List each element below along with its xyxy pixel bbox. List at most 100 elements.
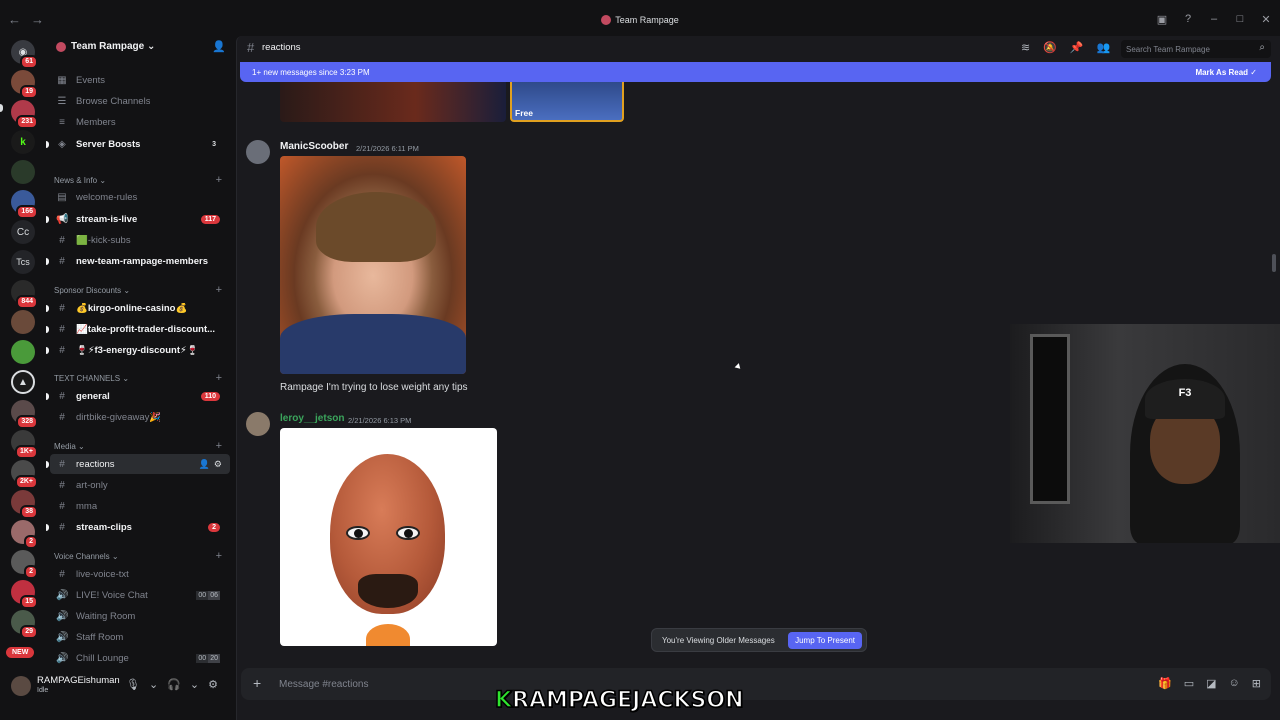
sidebar-item-browse-channels[interactable]: ☰ Browse Channels — [50, 91, 230, 111]
chevron-down-icon[interactable]: ⌄ — [190, 678, 199, 691]
channel-general[interactable]: # general 110 — [46, 386, 230, 406]
add-attachment-icon[interactable]: + — [253, 675, 261, 691]
avatar[interactable] — [11, 676, 31, 696]
server-icon[interactable]: 2 — [11, 520, 38, 549]
maximize-button[interactable]: □ — [1234, 13, 1246, 26]
help-icon[interactable]: ? — [1182, 13, 1194, 26]
server-icon[interactable]: 2K+ — [11, 460, 38, 489]
new-messages-bar[interactable]: 1+ new messages since 3:23 PM Mark As Re… — [240, 62, 1271, 82]
server-icon[interactable]: 38 — [11, 490, 38, 519]
channel-kirgo-online-casino[interactable]: # 💰kirgo-online-casino💰 — [46, 298, 230, 318]
gif-icon[interactable]: ▭ — [1184, 677, 1194, 690]
channel-kick-subs[interactable]: # 🟩-kick-subs — [50, 230, 230, 250]
gear-icon[interactable]: ⚙ — [214, 459, 222, 470]
server-icon[interactable]: 231 — [11, 100, 38, 129]
sticker-icon[interactable]: ◪ — [1206, 677, 1216, 690]
channel-reactions[interactable]: # reactions 👤 ⚙ — [46, 454, 230, 474]
server-icon[interactable]: 1K+ — [11, 430, 38, 459]
add-channel-icon[interactable]: + — [216, 174, 222, 186]
headphones-icon[interactable]: 🎧 — [167, 678, 181, 691]
guild-badge: 2 — [24, 565, 38, 579]
emoji-icon[interactable]: ☺ — [1229, 677, 1240, 690]
category-text-channels[interactable]: TEXT CHANNELS ⌄ + — [54, 372, 230, 384]
microphone-icon[interactable]: 🎙 — [126, 678, 140, 691]
server-header[interactable]: Team Rampage ⌄ 👤 — [46, 36, 234, 60]
user-status: Idle — [37, 687, 49, 694]
server-icon[interactable] — [11, 340, 35, 364]
gift-icon[interactable]: 🎁 — [1158, 677, 1172, 690]
gear-icon[interactable]: ⚙ — [208, 678, 218, 691]
channel-stream-clips[interactable]: # stream-clips 2 — [46, 517, 230, 537]
scrollbar[interactable] — [1272, 254, 1276, 272]
invite-icon[interactable]: 👤 — [199, 459, 210, 470]
avatar[interactable] — [246, 140, 270, 164]
sidebar-item-events[interactable]: ▦ Events — [50, 70, 230, 90]
server-icon[interactable]: Cc — [11, 220, 35, 244]
sidebar-item-members[interactable]: ≡ Members — [50, 112, 230, 132]
server-icon[interactable]: 166 — [11, 190, 38, 219]
message-author[interactable]: leroy__jetson — [280, 413, 344, 424]
channel-stream-is-live[interactable]: 📢 stream-is-live 117 — [46, 209, 230, 229]
server-icon[interactable]: ▲ — [11, 370, 35, 394]
message-input[interactable]: Message #reactions — [279, 679, 369, 690]
channel-mma[interactable]: # mma — [50, 496, 230, 516]
server-icon[interactable]: 844 — [11, 280, 38, 309]
notification-bell-icon[interactable]: 🔕 — [1043, 41, 1057, 54]
category-sponsor[interactable]: Sponsor Discounts ⌄ + — [54, 284, 230, 296]
kick-server-icon[interactable]: k — [11, 130, 35, 154]
avatar[interactable] — [246, 412, 270, 436]
attachment-image[interactable]: Free — [510, 82, 624, 122]
search-input[interactable]: Search Team Rampage ⌕ — [1121, 40, 1271, 58]
home-icon[interactable]: ◉ 61 — [11, 40, 38, 69]
apps-icon[interactable]: ⊞ — [1252, 677, 1261, 690]
channel-live-voice-txt[interactable]: # live-voice-txt — [50, 564, 230, 584]
channel-label: reactions — [76, 458, 115, 470]
attachment-image[interactable] — [280, 428, 497, 646]
message-author[interactable]: ManicScoober — [280, 141, 348, 152]
channel-art-only[interactable]: # art-only — [50, 475, 230, 495]
message-composer[interactable]: + Message #reactions 🎁 ▭ ◪ ☺ ⊞ — [241, 668, 1271, 700]
inbox-icon[interactable]: ▣ — [1156, 13, 1168, 26]
channel-welcome-rules[interactable]: ▤ welcome-rules — [50, 187, 230, 207]
add-channel-icon[interactable]: + — [216, 284, 222, 296]
server-icon[interactable] — [11, 310, 35, 334]
message-text: Rampage I'm trying to lose weight any ti… — [280, 382, 468, 393]
invite-icon[interactable]: 👤 — [212, 40, 226, 53]
add-channel-icon[interactable]: + — [216, 550, 222, 562]
server-icon[interactable]: 29 — [11, 610, 38, 639]
server-icon[interactable]: 15 — [11, 580, 38, 609]
sidebar-item-server-boosts[interactable]: ◈ Server Boosts 3 — [46, 134, 230, 154]
category-media[interactable]: Media ⌄ + — [54, 440, 230, 452]
channel-new-team-rampage-members[interactable]: # new-team-rampage-members — [46, 251, 230, 271]
voice-channel-live-voice-chat[interactable]: 🔊 LIVE! Voice Chat 00 06 — [50, 585, 230, 605]
attachment-image[interactable] — [280, 82, 506, 122]
chevron-down-icon[interactable]: ⌄ — [149, 678, 158, 691]
voice-channel-chill-lounge[interactable]: 🔊 Chill Lounge 00 20 — [50, 648, 230, 668]
server-icon[interactable]: 328 — [11, 400, 38, 429]
guild-badge: 231 — [16, 115, 38, 129]
attachment-image[interactable] — [280, 156, 466, 374]
add-channel-icon[interactable]: + — [216, 440, 222, 452]
mark-as-read-button[interactable]: Mark As Read ✓ — [1195, 68, 1257, 77]
server-icon[interactable]: 19 — [11, 70, 38, 99]
category-voice-channels[interactable]: Voice Channels ⌄ + — [54, 550, 230, 562]
channel-f3-energy-discount[interactable]: # 🍷⚡f3-energy-discount⚡🍷 — [46, 340, 230, 360]
jump-to-present-button[interactable]: Jump To Present — [788, 632, 862, 649]
unread-indicator — [46, 325, 49, 333]
member-list-icon[interactable]: 👥 — [1097, 41, 1111, 54]
server-icon[interactable]: 2 — [11, 550, 38, 579]
sidebar-item-label: Server Boosts — [76, 138, 141, 150]
close-button[interactable]: ✕ — [1260, 13, 1272, 26]
pin-icon[interactable]: 📌 — [1070, 41, 1084, 54]
minimize-button[interactable]: – — [1208, 13, 1220, 26]
server-icon[interactable]: Tcs — [11, 250, 35, 274]
threads-icon[interactable]: ≋ — [1021, 41, 1030, 54]
add-channel-icon[interactable]: + — [216, 372, 222, 384]
unread-indicator — [46, 140, 49, 148]
voice-channel-waiting-room[interactable]: 🔊 Waiting Room — [50, 606, 230, 626]
channel-take-profit-trader[interactable]: # 📈take-profit-trader-discount... — [46, 319, 230, 339]
server-icon[interactable] — [11, 160, 35, 184]
category-news[interactable]: News & Info ⌄ + — [54, 174, 230, 186]
voice-channel-staff-room[interactable]: 🔊 Staff Room — [50, 627, 230, 647]
channel-dirtbike-giveaway[interactable]: # dirtbike-giveaway🎉 — [50, 407, 230, 427]
